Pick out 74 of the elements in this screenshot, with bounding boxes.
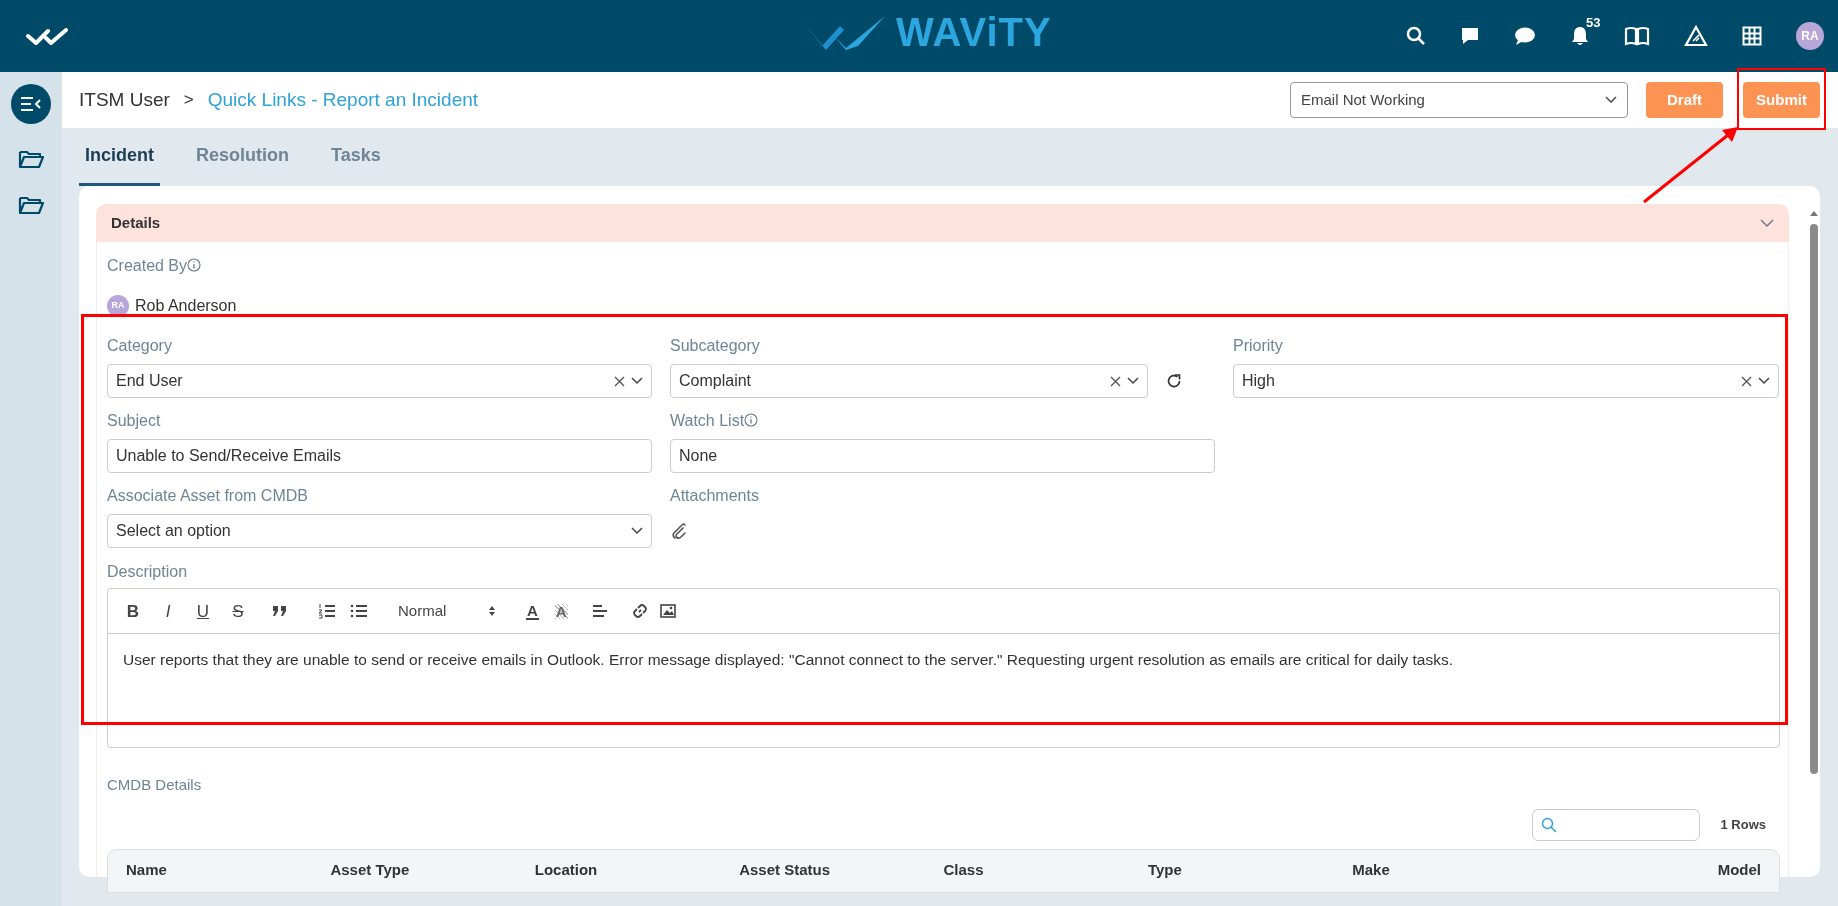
chevron-down-icon[interactable] [631, 377, 643, 385]
search-field[interactable] [1532, 808, 1701, 841]
quote-icon[interactable] [272, 605, 288, 617]
heading-select[interactable]: Normal [398, 599, 496, 623]
select-field[interactable]: High [1233, 364, 1779, 398]
paperclip-icon[interactable] [672, 522, 686, 540]
select-field[interactable]: Complaint [670, 364, 1148, 398]
sidebar-toggle-button[interactable] [11, 84, 51, 124]
search-icon [1541, 816, 1558, 833]
description-text: User reports that they are unable to send or receive emails in Outlook. Error message displayed: "Cannot connect to the server." Requesting urgent resolution as emails are critical for daily tasks. [122, 650, 1455, 670]
chevron-down-icon [1605, 96, 1617, 104]
double-check-icon[interactable] [26, 28, 70, 46]
search-icon[interactable] [1406, 26, 1426, 46]
column-header[interactable]: Model [1556, 859, 1761, 882]
image-icon[interactable] [659, 604, 676, 618]
chevron-down-icon[interactable] [631, 527, 643, 535]
template-select[interactable]: Email Not Working [1290, 82, 1628, 118]
row-count: 1 Rows [1720, 815, 1766, 834]
ordered-list-icon[interactable] [318, 603, 336, 619]
field-label: Created By [107, 256, 188, 276]
details-section-header[interactable]: Details [96, 204, 1789, 242]
notification-count: 53 [1586, 14, 1601, 32]
refresh-icon[interactable] [1166, 373, 1182, 389]
triangle-icon[interactable] [1684, 25, 1708, 47]
clear-icon[interactable] [1110, 375, 1121, 387]
breadcrumb-separator: > [183, 89, 194, 112]
scroll-up-icon[interactable] [1809, 210, 1819, 216]
column-header[interactable]: Type [1147, 859, 1353, 882]
field-label: Category [107, 336, 172, 356]
brand-name: WAViTY [896, 12, 1052, 52]
chat-icon[interactable] [1514, 26, 1536, 46]
field-label: Description [107, 562, 189, 582]
column-header[interactable]: Location [534, 859, 740, 882]
format-button[interactable]: B [124, 602, 142, 620]
message-icon[interactable] [1460, 26, 1480, 46]
section-title: CMDB Details [107, 775, 203, 795]
menu-collapse-icon [20, 96, 42, 112]
breadcrumb-root[interactable]: ITSM User [79, 85, 170, 115]
highlight-color-button[interactable]: A [554, 603, 568, 619]
info-icon [187, 258, 202, 272]
field-label: Priority [1233, 336, 1283, 356]
column-header[interactable]: Asset Status [739, 859, 944, 882]
field-label: Subject [107, 411, 161, 431]
column-header[interactable]: Make [1352, 859, 1557, 882]
creator-name: Rob Anderson [135, 296, 237, 316]
input-field[interactable]: Unable to Send/Receive Emails [107, 439, 652, 473]
up-down-icon [488, 605, 496, 617]
column-header[interactable]: Asset Type [330, 859, 535, 882]
field-label: Subcategory [670, 336, 760, 356]
bell-icon[interactable] [1570, 25, 1590, 47]
user-avatar: RA [107, 295, 129, 317]
column-header[interactable]: Name [126, 859, 331, 882]
input-field[interactable]: None [670, 439, 1215, 473]
align-icon[interactable] [591, 604, 608, 618]
format-button[interactable]: I [159, 602, 177, 620]
link-icon[interactable] [631, 603, 648, 619]
book-icon[interactable] [1624, 26, 1650, 46]
column-header[interactable]: Class [943, 859, 1148, 882]
grid-icon[interactable] [1742, 26, 1762, 46]
clear-icon[interactable] [1741, 375, 1752, 387]
font-color-button[interactable]: A [526, 602, 539, 620]
clear-icon[interactable] [614, 375, 625, 387]
field-label: Attachments [670, 486, 759, 506]
folder-icon[interactable] [18, 194, 44, 216]
folder-icon[interactable] [18, 148, 44, 170]
field-label: Associate Asset from CMDB [107, 486, 308, 506]
bullet-list-icon[interactable] [350, 603, 368, 619]
chevron-down-icon[interactable] [1127, 377, 1139, 385]
select-field[interactable]: Select an option [107, 514, 652, 548]
field-label: Watch List [670, 411, 745, 431]
chevron-down-icon[interactable] [1758, 377, 1770, 385]
format-button[interactable]: U [194, 602, 212, 620]
format-button[interactable]: S [229, 602, 247, 620]
select-field[interactable]: End User [107, 364, 652, 398]
